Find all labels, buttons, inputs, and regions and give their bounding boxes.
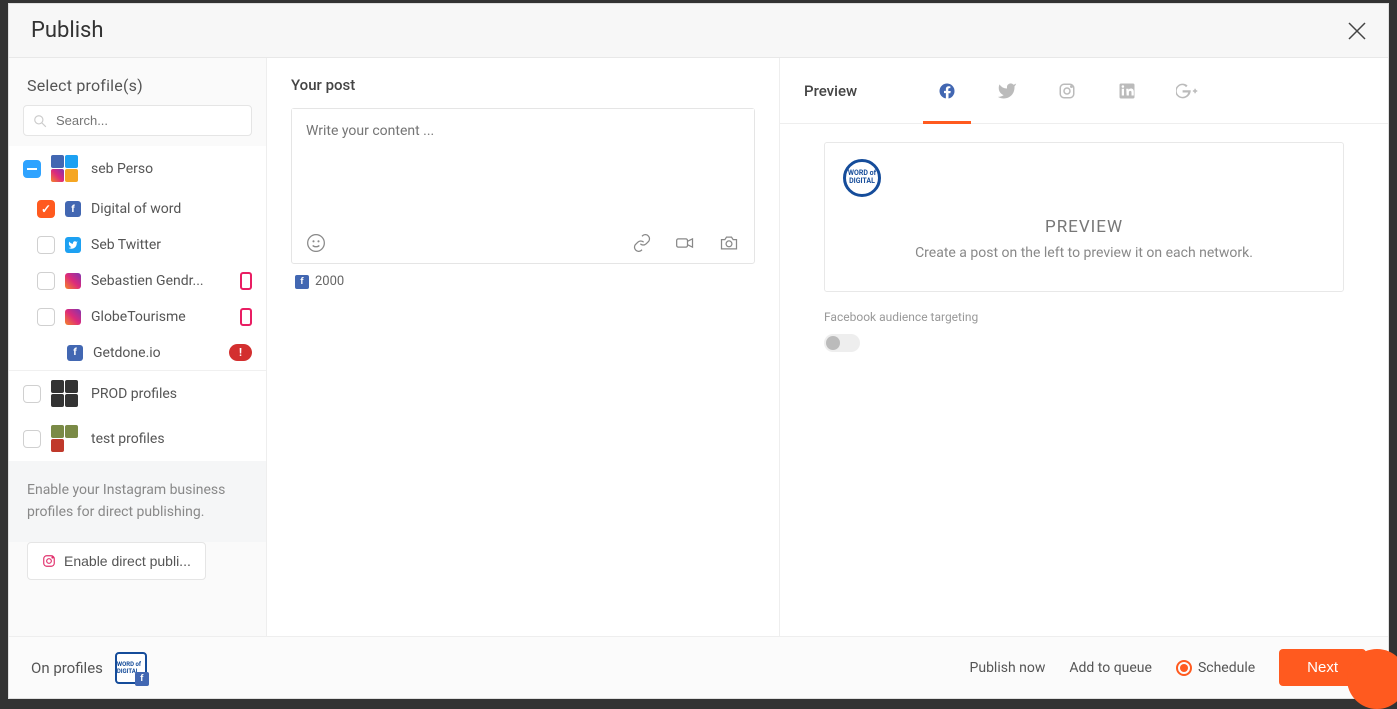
checkbox[interactable]: [23, 430, 41, 448]
checkbox[interactable]: [37, 308, 55, 326]
instagram-hint-text: Enable your Instagram business profiles …: [9, 461, 266, 542]
selected-profile-avatar[interactable]: WORD of DIGITAL f: [115, 652, 147, 684]
preview-tabs: Preview: [780, 58, 1388, 124]
compose-column: Your post: [267, 58, 780, 636]
checkbox-partial[interactable]: [23, 160, 41, 178]
preview-body: WORD of DIGITAL PREVIEW Create a post on…: [780, 124, 1388, 636]
help-bubble-icon[interactable]: [1347, 649, 1397, 709]
twitter-icon: [65, 237, 81, 253]
publish-now-option[interactable]: Publish now: [970, 660, 1046, 676]
emoji-icon[interactable]: [306, 233, 326, 253]
preview-card-title: PREVIEW: [843, 217, 1325, 237]
facebook-icon: f: [135, 672, 149, 686]
modal-header: Publish: [9, 4, 1388, 58]
on-profiles-label: On profiles: [31, 659, 103, 677]
tab-instagram[interactable]: [1037, 58, 1097, 123]
radio-icon: [1176, 660, 1192, 676]
profile-seb-twitter[interactable]: Seb Twitter: [9, 227, 266, 263]
checkbox[interactable]: [23, 385, 41, 403]
search-input[interactable]: [23, 105, 252, 136]
modal-footer: On profiles WORD of DIGITAL f Publish no…: [9, 636, 1388, 698]
close-icon[interactable]: [1348, 22, 1366, 40]
profile-group-prod[interactable]: PROD profiles: [9, 370, 266, 416]
tab-twitter[interactable]: [977, 58, 1037, 123]
tab-facebook[interactable]: [917, 58, 977, 123]
mobile-icon: [240, 308, 252, 326]
profile-label: Seb Twitter: [91, 237, 252, 253]
profile-group-test[interactable]: test profiles: [9, 416, 266, 461]
group-avatars: [51, 425, 81, 452]
compose-box: [291, 108, 755, 264]
facebook-icon: f: [65, 201, 81, 217]
profile-label: Sebastien Gendr...: [91, 273, 230, 289]
targeting-toggle[interactable]: [824, 334, 860, 352]
checkbox[interactable]: [37, 272, 55, 290]
avatar: WORD of DIGITAL: [843, 159, 881, 197]
profile-label: Digital of word: [91, 201, 252, 217]
alert-badge: !: [229, 344, 252, 361]
profile-label: GlobeTourisme: [91, 309, 230, 325]
profiles-sidebar: Select profile(s): [9, 58, 267, 636]
tab-linkedin[interactable]: [1097, 58, 1157, 123]
group-label: seb Perso: [91, 161, 252, 177]
tab-googleplus[interactable]: [1157, 58, 1217, 123]
instagram-icon: [65, 309, 81, 325]
facebook-icon: f: [295, 275, 309, 289]
instagram-icon: [42, 554, 56, 568]
video-icon[interactable]: [674, 233, 696, 253]
schedule-option[interactable]: Schedule: [1176, 660, 1255, 676]
add-to-queue-option[interactable]: Add to queue: [1069, 660, 1152, 676]
compose-toolbar: [292, 223, 754, 263]
group-avatars: [51, 155, 81, 182]
group-label: PROD profiles: [91, 386, 252, 402]
modal-title: Publish: [31, 18, 104, 43]
facebook-icon: f: [67, 345, 83, 361]
checkbox[interactable]: [37, 200, 55, 218]
targeting-label: Facebook audience targeting: [824, 310, 1344, 324]
group-avatars: [51, 380, 81, 407]
publish-modal: Publish Select profile(s): [8, 3, 1389, 699]
profile-group-seb-perso[interactable]: seb Perso: [9, 146, 266, 191]
char-count-row: f 2000: [291, 264, 755, 299]
preview-card-desc: Create a post on the left to preview it …: [843, 245, 1325, 261]
link-icon[interactable]: [632, 233, 652, 253]
camera-icon[interactable]: [718, 233, 740, 253]
mobile-icon: [240, 272, 252, 290]
char-count: 2000: [315, 274, 344, 289]
preview-column: Preview W: [780, 58, 1388, 636]
profile-label: Getdone.io: [93, 345, 219, 361]
search-icon: [33, 114, 47, 128]
instagram-icon: [65, 273, 81, 289]
profile-getdone[interactable]: f Getdone.io !: [9, 335, 266, 370]
group-label: test profiles: [91, 431, 252, 447]
profile-digital-of-word[interactable]: f Digital of word: [9, 191, 266, 227]
content-textarea[interactable]: [292, 109, 754, 219]
select-profiles-label: Select profile(s): [9, 58, 266, 105]
button-label: Enable direct publi...: [64, 553, 191, 569]
preview-label: Preview: [804, 82, 857, 100]
enable-direct-publishing-button[interactable]: Enable direct publi...: [27, 542, 206, 580]
checkbox[interactable]: [37, 236, 55, 254]
profile-globetourisme[interactable]: GlobeTourisme: [9, 299, 266, 335]
profile-sebastien-gendr[interactable]: Sebastien Gendr...: [9, 263, 266, 299]
preview-card: WORD of DIGITAL PREVIEW Create a post on…: [824, 142, 1344, 292]
schedule-label: Schedule: [1198, 660, 1255, 676]
modal-body: Select profile(s): [9, 58, 1388, 636]
compose-title: Your post: [291, 76, 755, 94]
sidebar-scroll[interactable]: Select profile(s): [9, 58, 266, 636]
